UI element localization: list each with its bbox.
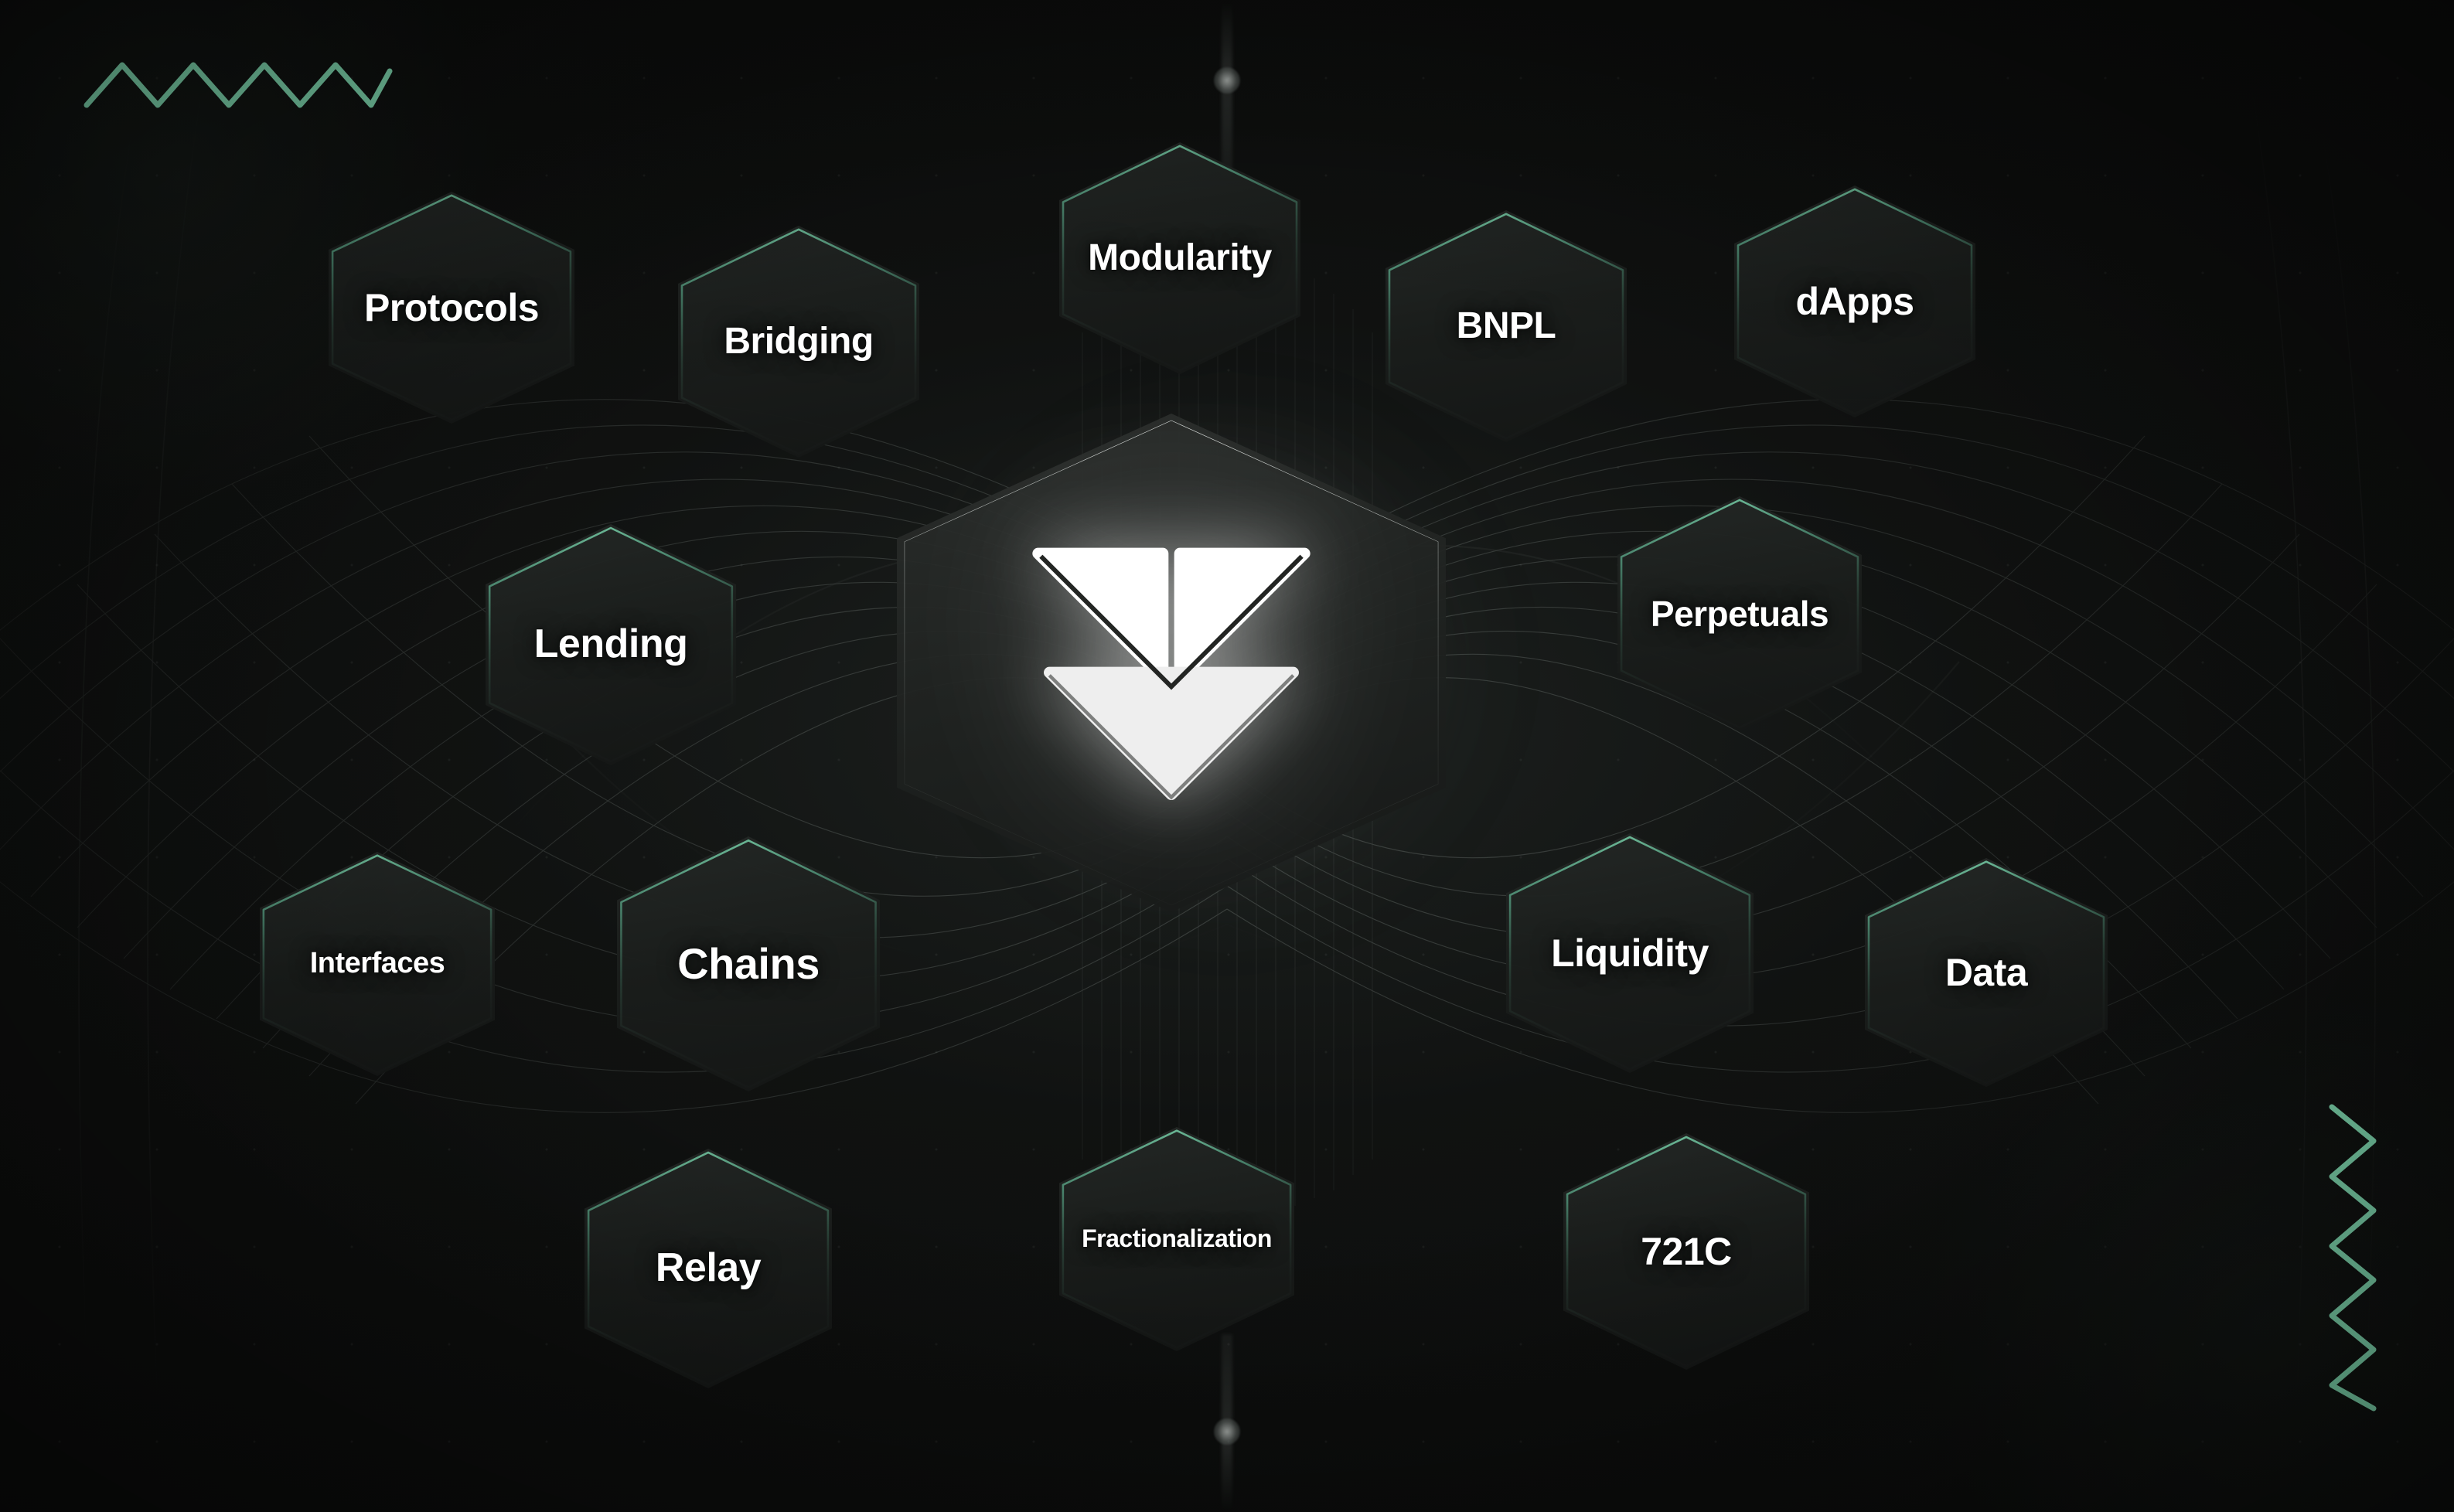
hex-label-interfaces: Interfaces (309, 947, 445, 980)
hex-node-dapps[interactable]: dApps (1734, 186, 1975, 417)
hex-node-fractionalization[interactable]: Fractionalization (1059, 1127, 1294, 1351)
hex-node-perpetuals[interactable]: Perpetuals (1617, 496, 1862, 731)
hex-label-bnpl: BNPL (1456, 305, 1556, 346)
hex-label-fractionalization: Fractionalization (1082, 1224, 1272, 1253)
hex-label-dapps: dApps (1795, 279, 1914, 323)
hex-label-perpetuals: Perpetuals (1650, 593, 1829, 634)
hex-node-interfaces[interactable]: Interfaces (260, 852, 495, 1076)
hex-label-protocols: Protocols (363, 285, 540, 329)
hex-node-bnpl[interactable]: BNPL (1385, 210, 1627, 442)
ecosystem-canvas: Protocols Bridging Modularity BNPL dApps Lend… (0, 0, 2454, 1512)
hex-label-relay: Relay (655, 1245, 762, 1291)
hex-label-chains: Chains (677, 939, 820, 989)
hex-node-lending[interactable]: Lending (486, 524, 736, 765)
hex-label-liquidity: Liquidity (1551, 931, 1709, 975)
hex-node-modularity[interactable]: Modularity (1059, 142, 1300, 374)
hex-node-protocols[interactable]: Protocols (329, 192, 574, 424)
hex-label-modularity: Modularity (1088, 237, 1272, 278)
hex-node-liquidity[interactable]: Liquidity (1506, 833, 1754, 1073)
brand-logo-m-mark (1032, 548, 1311, 801)
hex-label-bridging: Bridging (724, 320, 874, 362)
hex-node-data[interactable]: Data (1865, 858, 2108, 1087)
hex-node-chains[interactable]: Chains (617, 836, 880, 1091)
hex-node-relay[interactable]: Relay (585, 1149, 832, 1388)
hex-node-721c[interactable]: 721C (1563, 1133, 1809, 1370)
hex-label-data: Data (1944, 950, 2028, 994)
central-logo-tile[interactable] (897, 414, 1446, 912)
hex-label-721c: 721C (1641, 1229, 1732, 1273)
hex-node-bridging[interactable]: Bridging (678, 226, 919, 458)
hex-label-lending: Lending (533, 621, 688, 667)
